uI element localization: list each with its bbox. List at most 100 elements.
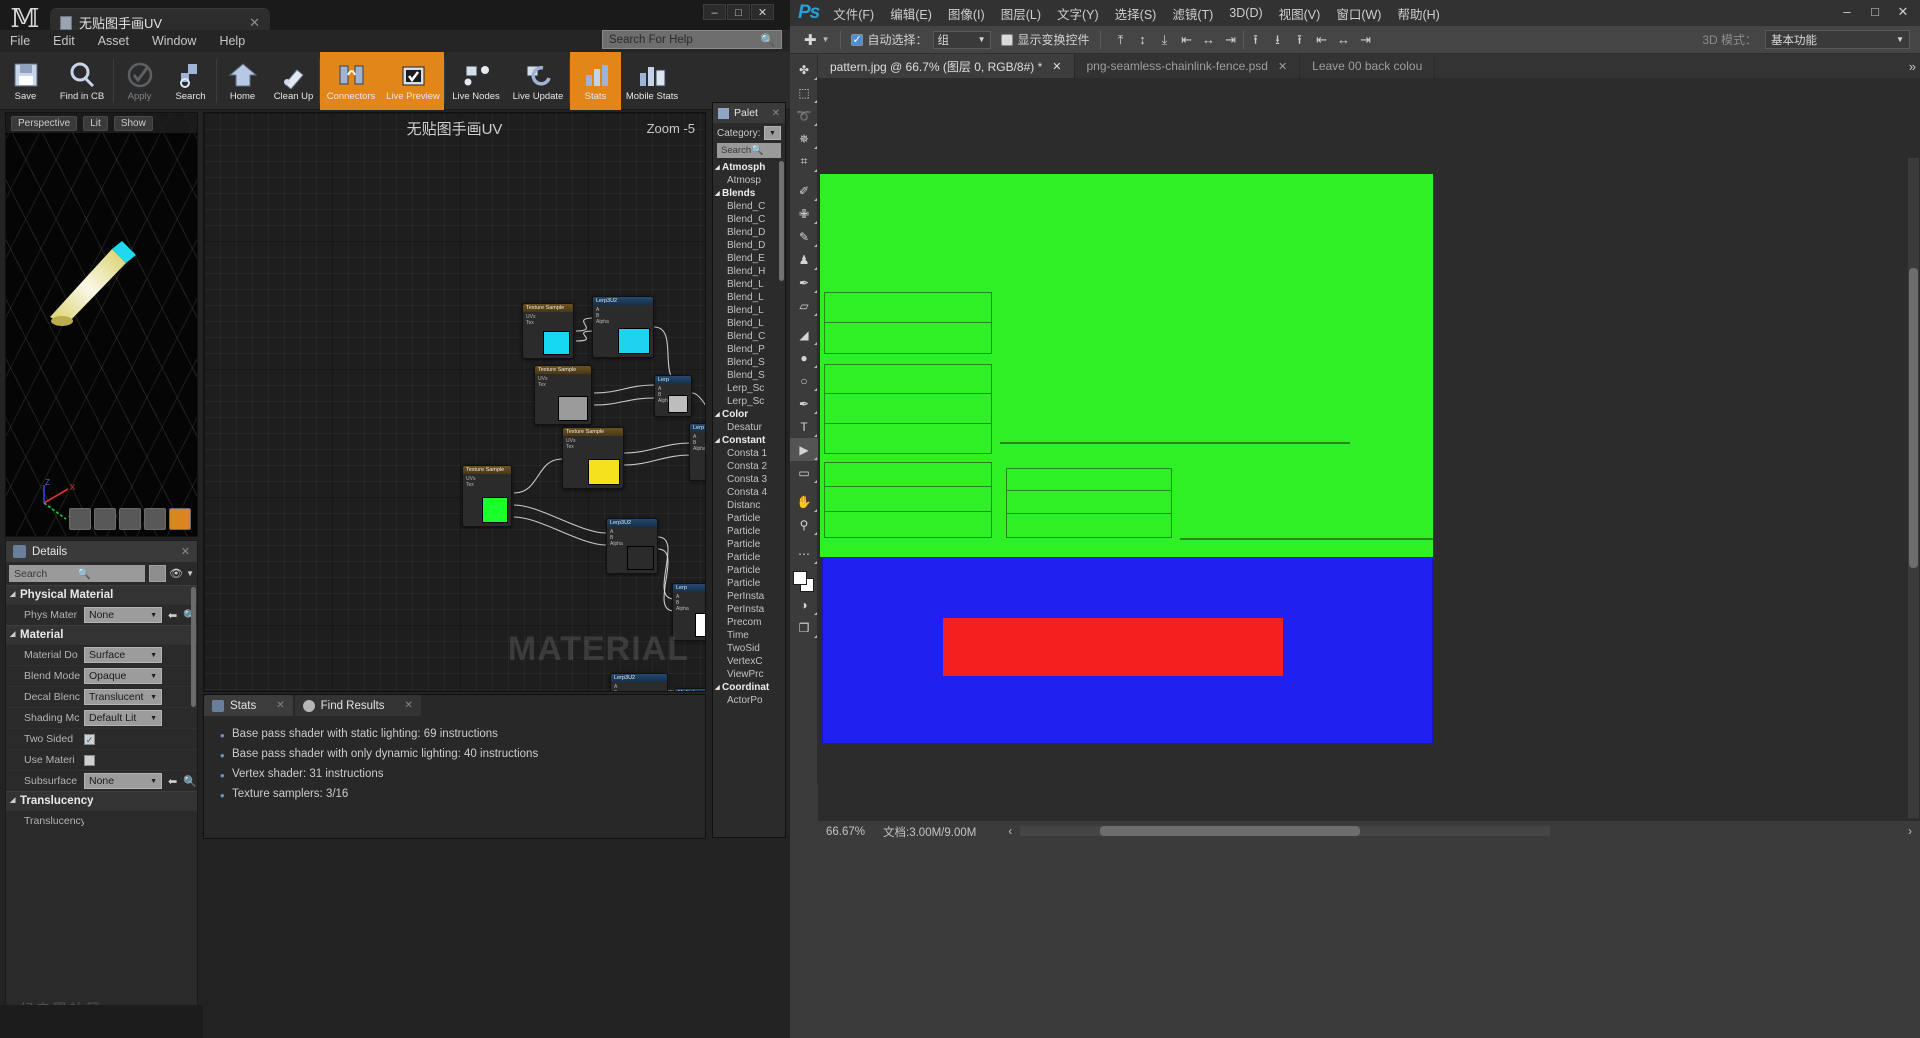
palette-item[interactable]: Blend_S: [713, 356, 785, 369]
distribute-hcenter-icon[interactable]: ↔: [1334, 30, 1354, 50]
arrow-left-icon[interactable]: ⬅: [168, 775, 177, 788]
palette-group-header[interactable]: Color: [713, 408, 785, 421]
move-tool-icon[interactable]: ✚: [804, 31, 817, 49]
palette-item[interactable]: Blend_C: [713, 213, 785, 226]
toolbar-button-live-preview[interactable]: Live Preview: [382, 52, 444, 110]
chevron-down-icon[interactable]: ▼: [822, 35, 830, 44]
palette-group-header[interactable]: Coordinat: [713, 681, 785, 694]
palette-item[interactable]: Blend_L: [713, 317, 785, 330]
graph-node-pin[interactable]: Tex: [466, 482, 508, 488]
toolbar-button-find-in-cb[interactable]: Find in CB: [51, 52, 113, 110]
toolbar-button-home[interactable]: Home: [217, 52, 268, 110]
graph-node[interactable]: Lerp A B Alpha: [654, 375, 692, 417]
close-icon[interactable]: ✕: [772, 108, 780, 119]
palette-item[interactable]: Blend_C: [713, 330, 785, 343]
palette-item[interactable]: ViewPrc: [713, 668, 785, 681]
details-dropdown[interactable]: None ▼: [84, 773, 162, 789]
toolbar-button-connectors[interactable]: Connectors: [320, 52, 382, 110]
scrollbar-thumb[interactable]: [1100, 826, 1360, 836]
more-tabs-icon[interactable]: »: [1909, 59, 1916, 74]
zoom-tool-icon[interactable]: ⚲: [790, 513, 818, 536]
ps-menu-窗口w[interactable]: 窗口(W): [1336, 4, 1381, 23]
palette-group-header[interactable]: Blends: [713, 187, 785, 200]
ue-material-graph[interactable]: Texture Sample UVs Tex Lerp3U2 A B Alpha Textur…: [203, 112, 706, 692]
eraser-tool-icon[interactable]: ▱: [790, 294, 818, 317]
details-group-header[interactable]: Physical Material: [6, 585, 197, 604]
minimize-button[interactable]: –: [703, 4, 726, 20]
palette-item[interactable]: Blend_P: [713, 343, 785, 356]
graph-node[interactable]: Lerp3U2ABAlpha: [610, 673, 668, 691]
graph-node-pin[interactable]: Tex: [526, 320, 570, 326]
palette-item[interactable]: Blend_D: [713, 226, 785, 239]
graph-node[interactable]: Texture Sample UVs Tex: [534, 365, 592, 425]
preview-cube-button[interactable]: [144, 508, 166, 530]
healing-brush-tool-icon[interactable]: ✙: [790, 202, 818, 225]
details-group-header[interactable]: Translucency: [6, 791, 197, 810]
hand-tool-icon[interactable]: ✋: [790, 490, 818, 513]
toolbar-button-live-nodes[interactable]: Live Nodes: [445, 52, 507, 110]
palette-item[interactable]: Blend_H: [713, 265, 785, 278]
palette-item[interactable]: Desatur: [713, 421, 785, 434]
details-dropdown[interactable]: Translucent ▼: [84, 689, 162, 705]
toolbar-button-search[interactable]: Search: [165, 52, 216, 110]
graph-node-pin[interactable]: Alpha: [676, 606, 705, 612]
palette-scrollbar[interactable]: [779, 161, 784, 281]
details-group-header[interactable]: Material: [6, 625, 197, 644]
scrollbar-thumb[interactable]: [1909, 268, 1918, 568]
palette-item[interactable]: Distanc: [713, 499, 785, 512]
palette-item[interactable]: Lerp_Sc: [713, 382, 785, 395]
graph-node[interactable]: Texture Sample UVs Tex: [522, 303, 574, 359]
quick-select-tool-icon[interactable]: ✵: [790, 127, 818, 150]
ps-menu-文字y[interactable]: 文字(Y): [1057, 4, 1099, 23]
palette-item[interactable]: Particle: [713, 551, 785, 564]
close-icon[interactable]: ✕: [249, 15, 260, 31]
palette-item[interactable]: Blend_D: [713, 239, 785, 252]
ps-document-tab[interactable]: pattern.jpg @ 66.7% (图层 0, RGB/8#) * ✕: [818, 54, 1075, 78]
distribute-vcenter-icon[interactable]: ⭳: [1268, 30, 1288, 50]
palette-item[interactable]: Blend_L: [713, 278, 785, 291]
palette-item[interactable]: Precom: [713, 616, 785, 629]
details-dropdown[interactable]: Surface ▼: [84, 647, 162, 663]
preview-sphere-button[interactable]: [94, 508, 116, 530]
prev-arrow-icon[interactable]: ‹: [1008, 826, 1012, 838]
graph-node-pin[interactable]: B: [614, 690, 664, 691]
menu-file[interactable]: File: [10, 34, 30, 48]
eyedropper-tool-icon[interactable]: ✐: [790, 179, 818, 202]
ps-document-canvas[interactable]: [820, 174, 1433, 744]
canvas-horizontal-scrollbar[interactable]: [1020, 826, 1550, 836]
next-arrow-icon[interactable]: ›: [1908, 826, 1912, 838]
toolbar-button-stats[interactable]: Stats: [570, 52, 621, 110]
viewport-show-button[interactable]: Show: [113, 115, 153, 131]
palette-item[interactable]: Consta 1: [713, 447, 785, 460]
details-tab[interactable]: Details ✕: [6, 541, 197, 562]
palette-search-input[interactable]: Search 🔍: [717, 143, 781, 158]
blur-tool-icon[interactable]: ●: [790, 346, 818, 369]
align-hcenter-icon[interactable]: ↔: [1199, 30, 1219, 50]
toolbar-button-apply[interactable]: Apply: [114, 52, 165, 110]
toolbar-button-clean-up[interactable]: Clean Up: [268, 52, 319, 110]
palette-group-header[interactable]: Constant: [713, 434, 785, 447]
close-icon[interactable]: ✕: [1052, 60, 1061, 73]
paint-bucket-tool-icon[interactable]: ◢: [790, 323, 818, 346]
details-search-input[interactable]: Search 🔍: [9, 565, 145, 582]
palette-item[interactable]: Particle: [713, 577, 785, 590]
palette-category-dropdown[interactable]: ▼: [764, 126, 781, 140]
ps-menu-编辑e[interactable]: 编辑(E): [890, 4, 932, 23]
details-dropdown[interactable]: Opaque ▼: [84, 668, 162, 684]
ps-menu-文件f[interactable]: 文件(F): [833, 4, 874, 23]
palette-item[interactable]: TwoSid: [713, 642, 785, 655]
align-left-icon[interactable]: ⇤: [1177, 30, 1197, 50]
ps-canvas-area[interactable]: [818, 78, 1920, 820]
graph-node-pin[interactable]: Alpha: [693, 446, 705, 452]
ps-document-tab[interactable]: png-seamless-chainlink-fence.psd ✕: [1075, 54, 1301, 78]
palette-item[interactable]: Consta 3: [713, 473, 785, 486]
palette-item[interactable]: PerInsta: [713, 603, 785, 616]
menu-window[interactable]: Window: [152, 34, 196, 48]
lasso-tool-icon[interactable]: ➰: [790, 104, 818, 127]
eye-icon[interactable]: 👁: [169, 567, 183, 580]
palette-item[interactable]: Blend_L: [713, 304, 785, 317]
path-select-tool-icon[interactable]: ▶: [790, 438, 818, 461]
tab-find-results[interactable]: Find Results ✕: [294, 695, 421, 716]
palette-item[interactable]: Consta 2: [713, 460, 785, 473]
maximize-button[interactable]: □: [1864, 3, 1886, 21]
